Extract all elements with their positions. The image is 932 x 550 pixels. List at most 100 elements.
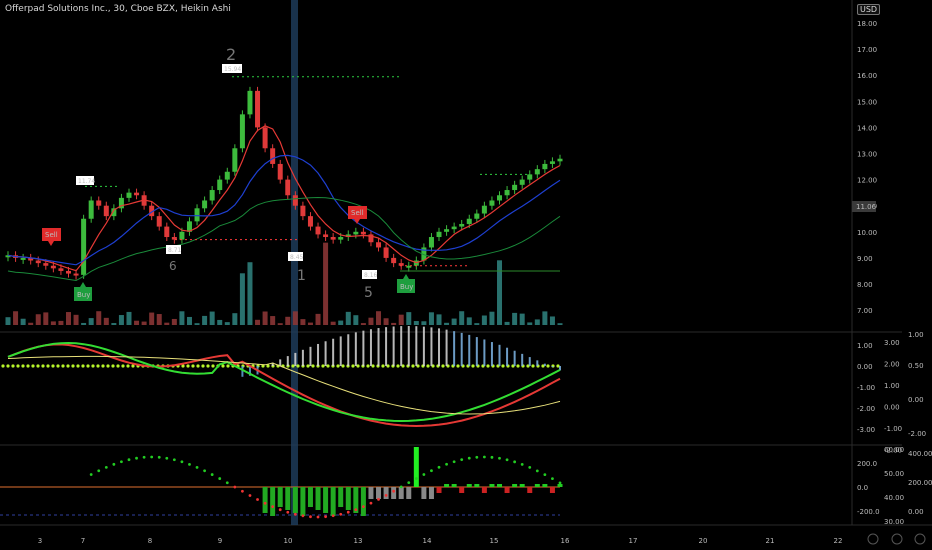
candle-body (81, 218, 87, 275)
candle-body (292, 195, 298, 206)
zero-dot (381, 364, 385, 368)
zero-dot (21, 364, 25, 368)
osc-tick-label-2: 50.00 (884, 470, 904, 478)
time-tick-label: 9 (218, 537, 222, 545)
macd-tick-label-2: -1.00 (884, 425, 902, 433)
volume-bar (307, 322, 313, 325)
time-tick-label: 16 (561, 537, 570, 545)
volume-bar (444, 322, 450, 325)
macd-histogram-bar (317, 343, 320, 366)
selection-band (291, 0, 298, 525)
volume-bar (504, 321, 510, 325)
settings-button[interactable] (914, 533, 926, 545)
last-price-label: 11.06 (856, 203, 877, 211)
osc-dot (422, 473, 426, 476)
macd-tick-label: -2.00 (857, 405, 875, 413)
volume-bar (323, 242, 329, 325)
volume-bar (103, 317, 109, 325)
buy-signal-1: Buy (74, 282, 92, 301)
price-tick-label: 16.00 (857, 72, 877, 80)
candle-body (134, 192, 140, 196)
zero-dot (486, 364, 490, 368)
candle-body (285, 179, 291, 196)
candle-body (436, 231, 442, 238)
osc-bar (436, 487, 442, 493)
macd-histogram-bar (392, 326, 395, 366)
osc-dot (120, 460, 123, 464)
auto-scale-button[interactable] (867, 533, 879, 545)
zero-dot (396, 364, 400, 368)
osc-bar (406, 487, 412, 499)
candle-body (43, 263, 49, 266)
candle-body (58, 268, 64, 271)
osc-dot (150, 455, 154, 459)
volume-bar (96, 311, 102, 325)
osc-dot (535, 469, 539, 473)
osc-dot (354, 508, 358, 512)
osc-dot (293, 512, 297, 516)
volume-bar (134, 320, 140, 325)
start-price-label: 11.74 (76, 176, 95, 185)
volume-bar (353, 315, 359, 325)
zero-dot (221, 364, 225, 368)
osc-bar (262, 487, 268, 513)
log-scale-button[interactable] (891, 533, 903, 545)
volume-bar (368, 317, 374, 325)
osc-tick-label-3: 0.00 (908, 508, 924, 516)
volume-bar (436, 314, 442, 325)
volume-bar (557, 323, 563, 325)
osc-dot (188, 462, 191, 466)
osc-dot (407, 481, 411, 485)
svg-text:11.74: 11.74 (78, 178, 95, 185)
osc-dot (392, 489, 396, 493)
time-tick-label: 21 (766, 537, 775, 545)
macd-histogram-bar (377, 328, 380, 366)
candle-body (504, 190, 510, 196)
svg-text:Sell: Sell (45, 231, 58, 239)
zero-dot (186, 364, 190, 368)
osc-dot (324, 515, 327, 519)
zero-dot (311, 364, 315, 368)
wave-label-5: 5 (364, 285, 373, 301)
osc-dot (316, 515, 320, 519)
zero-dot (6, 364, 10, 368)
volume-bar (497, 260, 503, 325)
volume-bar (111, 323, 117, 325)
candle-body (103, 205, 109, 217)
candle-body (360, 231, 366, 235)
osc-dot (543, 473, 547, 477)
osc-bar (534, 484, 540, 487)
osc-tick-label: 200.0 (857, 460, 877, 468)
osc-tick-label-3: 400.00 (908, 450, 932, 458)
volume-bar (149, 312, 155, 325)
low-label-2: 8.45 (288, 252, 304, 261)
candle-body (247, 90, 253, 115)
zero-dot (36, 364, 40, 368)
candle-body (164, 226, 170, 238)
wave-label-1: 1 (297, 268, 306, 284)
osc-dot (89, 473, 93, 476)
osc-dot (361, 505, 365, 508)
time-tick-label: 10 (284, 537, 293, 545)
candle-body (277, 163, 283, 180)
candle-body (209, 190, 215, 201)
volume-bar (156, 314, 162, 325)
volume-bar (118, 315, 124, 325)
volume-bar (247, 262, 253, 325)
time-axis: 3 7 8 9 10 13 14 15 16 17 20 21 22 (38, 537, 843, 545)
zero-dot (86, 364, 90, 368)
macd-histogram-bar (415, 326, 418, 366)
candle-body (489, 200, 495, 206)
osc-dot (430, 469, 433, 473)
zero-dot (296, 364, 300, 368)
candle-body (224, 171, 230, 180)
macd-histogram-bar (279, 359, 282, 366)
osc-bar (489, 484, 495, 487)
candle-body (20, 257, 26, 260)
time-tick-label: 17 (629, 537, 638, 545)
macd-histogram-bar (543, 363, 546, 366)
osc-dot (157, 455, 161, 459)
candle-body (217, 179, 223, 191)
zero-dot (471, 364, 475, 368)
svg-text:8.45: 8.45 (290, 254, 304, 261)
